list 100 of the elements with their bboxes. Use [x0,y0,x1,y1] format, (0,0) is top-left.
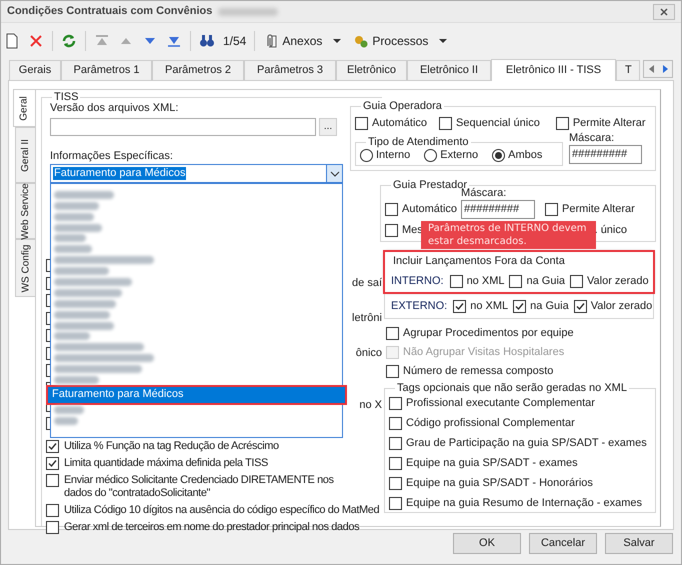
radio-label: Ambos [508,149,542,162]
checkbox[interactable] [389,397,402,410]
checkbox[interactable] [385,203,398,216]
checkbox-label: na Guia [526,275,566,288]
checkbox[interactable] [385,224,398,237]
mask-field[interactable]: ######### [461,200,536,219]
redacted-text [54,406,84,414]
checkbox-label: Não Agrupar Visitas Hospitalares [403,346,564,359]
checkbox-label: Equipe na guia SP/SADT - Honorários [406,477,593,490]
checkbox-label: Valor zerado [587,275,649,288]
checkbox[interactable] [355,117,368,130]
check-icon [515,302,524,311]
check-icon [455,302,464,311]
group-title: Guia Operadora [362,100,443,113]
dialog-button[interactable]: OK [453,533,521,554]
checkbox[interactable] [570,275,584,288]
checkbox[interactable] [46,457,59,470]
group-title: Incluir Lançamentos Fora da Conta [392,254,565,268]
checkbox-label: Gerar xml de terceiros em nome do prestador principal nos dados [64,521,360,534]
redacted-text [54,376,99,384]
checkbox-label: Valor zerado [590,300,652,313]
radio-button[interactable] [492,149,506,162]
delete-button[interactable] [28,33,44,49]
checkbox[interactable] [545,203,558,216]
side-tab[interactable]: Web Service [15,183,35,239]
record-counter: 1/54 [223,34,246,48]
checkbox[interactable] [439,117,452,130]
checkbox[interactable] [389,437,402,450]
toolbar-menu[interactable]: Anexos [263,33,342,49]
checkbox[interactable] [389,497,402,510]
field-label: Máscara: [461,187,508,200]
dialog-button[interactable]: Cancelar [529,533,597,554]
redacted-text [54,245,92,254]
binoculars-icon [199,33,215,49]
checkbox[interactable] [389,477,402,490]
redacted-text [54,224,102,232]
checkbox[interactable] [389,417,402,430]
checkbox[interactable] [386,327,399,340]
checkbox[interactable] [556,117,569,130]
checkbox-label: no XML [466,275,504,288]
close-button[interactable] [653,4,675,20]
toolbar-menu[interactable]: Processos [353,33,448,49]
tab[interactable]: Eletrônico II [407,60,491,80]
refresh-button[interactable] [61,33,77,49]
checkbox[interactable] [513,300,526,313]
tab[interactable]: Parâmetros 3 [244,60,336,80]
checkbox-label: Agrupar Procedimentos por equipe [403,327,574,340]
side-tab[interactable]: Geral II [15,127,35,183]
dialog-button[interactable]: Salvar [605,533,673,554]
checkbox[interactable] [46,474,59,487]
checkbox-label: Equipe na guia Resumo de Internação - exames [406,497,642,510]
tab[interactable]: T [616,60,640,80]
row-label: INTERNO: [391,275,444,288]
checkbox-label: letrôni [352,312,382,325]
redacted-text [54,416,78,425]
new-icon [4,33,20,49]
checkbox-label: Número de remessa composto [403,365,554,378]
checkbox[interactable] [46,440,59,453]
checkbox-label: Utiliza % Função na tag Redução de Acréscimo [64,440,279,453]
radio-label: Externo [440,149,478,162]
checkbox-label: Permite Alterar [572,117,646,130]
checkbox-label: Equipe na guia SP/SADT - exames [406,457,578,470]
mask-field[interactable]: ######### [569,145,642,164]
right-arrow-icon [662,64,668,74]
binoculars-button[interactable] [199,33,215,49]
checkbox[interactable] [46,504,59,517]
dropdown-button[interactable] [326,165,342,182]
browse-button[interactable]: ... [319,118,337,136]
text-field[interactable] [50,118,316,136]
checkbox[interactable] [453,300,466,313]
checkbox[interactable] [386,365,399,378]
left-arrow-icon [648,64,654,74]
radio-button[interactable] [360,149,373,162]
tooltip: Parâmetros de INTERNO devem estar desmarcados. [421,221,596,249]
tab[interactable]: Parâmetros 2 [152,60,244,80]
tab[interactable]: Eletrônico III - TISS [491,59,616,81]
redacted-text [54,190,114,199]
checkbox[interactable] [389,457,402,470]
tab[interactable]: Gerais [9,60,61,80]
radio-button[interactable] [424,149,438,162]
checkbox-label: Código profissional Complementar [406,417,575,430]
redacted-text [54,332,90,340]
checkbox[interactable] [450,275,463,288]
list-item[interactable]: Faturamento para Médicos [48,386,345,403]
checkbox[interactable] [574,300,587,313]
redacted-text [54,202,99,210]
side-tab[interactable]: WS Config [15,239,35,297]
side-tab[interactable]: Geral [13,89,35,127]
group-title: Tags opcionais que não serão geradas no XML [396,382,628,395]
checkbox[interactable] [46,521,59,534]
gears-icon [353,33,370,49]
tab[interactable]: Eletrônico [336,60,407,80]
dropdown[interactable]: Faturamento para Médicos [50,164,343,183]
window-title: Condições Contratuais com Convênios [7,5,212,18]
checkbox-label: na Guia [530,300,569,313]
new-button[interactable] [4,33,20,49]
checkbox-label: Grau de Participação na guia SP/SADT - exames [406,437,647,450]
checkbox[interactable] [509,275,522,288]
field-label: Versão dos arquivos XML: [50,102,178,115]
tab[interactable]: Parâmetros 1 [61,60,152,80]
